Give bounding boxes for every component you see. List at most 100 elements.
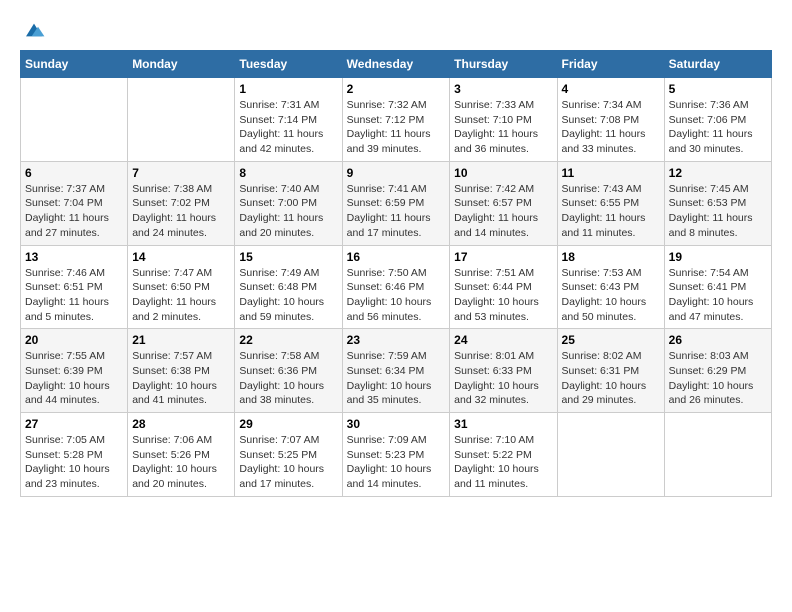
header-tuesday: Tuesday: [235, 51, 342, 78]
day-number: 4: [562, 82, 660, 96]
week-row-3: 13 Sunrise: 7:46 AMSunset: 6:51 PMDayligh…: [21, 245, 772, 329]
day-info: Sunrise: 7:47 AMSunset: 6:50 PMDaylight:…: [132, 266, 230, 325]
day-info: Sunrise: 7:53 AMSunset: 6:43 PMDaylight:…: [562, 266, 660, 325]
day-number: 22: [239, 333, 337, 347]
day-number: 20: [25, 333, 123, 347]
day-info: Sunrise: 7:10 AMSunset: 5:22 PMDaylight:…: [454, 433, 552, 492]
day-number: 28: [132, 417, 230, 431]
calendar-table: SundayMondayTuesdayWednesdayThursdayFrid…: [20, 50, 772, 497]
day-info: Sunrise: 7:45 AMSunset: 6:53 PMDaylight:…: [669, 182, 767, 241]
week-row-4: 20 Sunrise: 7:55 AMSunset: 6:39 PMDayligh…: [21, 329, 772, 413]
week-row-5: 27 Sunrise: 7:05 AMSunset: 5:28 PMDayligh…: [21, 413, 772, 497]
day-cell: 10Sunrise: 7:42 AMSunset: 6:57 PMDayligh…: [450, 161, 557, 245]
day-info: Sunrise: 7:33 AMSunset: 7:10 PMDaylight:…: [454, 98, 552, 157]
day-info: Sunrise: 7:09 AMSunset: 5:23 PMDaylight:…: [347, 433, 446, 492]
day-info: Sunrise: 7:59 AMSunset: 6:34 PMDaylight:…: [347, 349, 446, 408]
day-cell: [128, 78, 235, 162]
day-number: 15: [239, 250, 337, 264]
day-info: Sunrise: 7:58 AMSunset: 6:36 PMDaylight:…: [239, 349, 337, 408]
day-cell: 7Sunrise: 7:38 AMSunset: 7:02 PMDaylight…: [128, 161, 235, 245]
day-cell: 5 Sunrise: 7:36 AMSunset: 7:06 PMDaylight…: [664, 78, 771, 162]
day-cell: [557, 413, 664, 497]
logo-icon: [22, 20, 46, 40]
header-monday: Monday: [128, 51, 235, 78]
day-info: Sunrise: 8:03 AMSunset: 6:29 PMDaylight:…: [669, 349, 767, 408]
day-info: Sunrise: 7:05 AMSunset: 5:28 PMDaylight:…: [25, 433, 123, 492]
header-wednesday: Wednesday: [342, 51, 450, 78]
day-number: 18: [562, 250, 660, 264]
day-cell: 8 Sunrise: 7:40 AMSunset: 7:00 PMDaylight…: [235, 161, 342, 245]
day-cell: 24Sunrise: 8:01 AMSunset: 6:33 PMDayligh…: [450, 329, 557, 413]
day-number: 3: [454, 82, 552, 96]
day-cell: 15 Sunrise: 7:49 AMSunset: 6:48 PMDayligh…: [235, 245, 342, 329]
day-number: 26: [669, 333, 767, 347]
day-info: Sunrise: 7:57 AMSunset: 6:38 PMDaylight:…: [132, 349, 230, 408]
day-number: 11: [562, 166, 660, 180]
day-cell: 29 Sunrise: 7:07 AMSunset: 5:25 PMDayligh…: [235, 413, 342, 497]
day-number: 25: [562, 333, 660, 347]
day-cell: 11 Sunrise: 7:43 AMSunset: 6:55 PMDayligh…: [557, 161, 664, 245]
day-info: Sunrise: 7:07 AMSunset: 5:25 PMDaylight:…: [239, 433, 337, 492]
day-info: Sunrise: 7:06 AMSunset: 5:26 PMDaylight:…: [132, 433, 230, 492]
day-cell: 16 Sunrise: 7:50 AMSunset: 6:46 PMDayligh…: [342, 245, 450, 329]
header-row: SundayMondayTuesdayWednesdayThursdayFrid…: [21, 51, 772, 78]
week-row-2: 6 Sunrise: 7:37 AMSunset: 7:04 PMDaylight…: [21, 161, 772, 245]
day-cell: 31Sunrise: 7:10 AMSunset: 5:22 PMDayligh…: [450, 413, 557, 497]
day-number: 5: [669, 82, 767, 96]
day-info: Sunrise: 7:49 AMSunset: 6:48 PMDaylight:…: [239, 266, 337, 325]
day-cell: [21, 78, 128, 162]
day-cell: 21 Sunrise: 7:57 AMSunset: 6:38 PMDayligh…: [128, 329, 235, 413]
day-info: Sunrise: 7:32 AMSunset: 7:12 PMDaylight:…: [347, 98, 446, 157]
day-info: Sunrise: 7:55 AMSunset: 6:39 PMDaylight:…: [25, 349, 123, 408]
day-cell: 4 Sunrise: 7:34 AMSunset: 7:08 PMDaylight…: [557, 78, 664, 162]
day-info: Sunrise: 7:51 AMSunset: 6:44 PMDaylight:…: [454, 266, 552, 325]
day-info: Sunrise: 7:40 AMSunset: 7:00 PMDaylight:…: [239, 182, 337, 241]
day-cell: 20 Sunrise: 7:55 AMSunset: 6:39 PMDayligh…: [21, 329, 128, 413]
day-number: 16: [347, 250, 446, 264]
day-cell: 19Sunrise: 7:54 AMSunset: 6:41 PMDayligh…: [664, 245, 771, 329]
day-cell: 14 Sunrise: 7:47 AMSunset: 6:50 PMDayligh…: [128, 245, 235, 329]
day-number: 13: [25, 250, 123, 264]
day-number: 6: [25, 166, 123, 180]
day-number: 2: [347, 82, 446, 96]
day-info: Sunrise: 7:34 AMSunset: 7:08 PMDaylight:…: [562, 98, 660, 157]
day-number: 21: [132, 333, 230, 347]
day-number: 29: [239, 417, 337, 431]
day-info: Sunrise: 7:41 AMSunset: 6:59 PMDaylight:…: [347, 182, 446, 241]
day-number: 19: [669, 250, 767, 264]
day-info: Sunrise: 7:43 AMSunset: 6:55 PMDaylight:…: [562, 182, 660, 241]
logo: [20, 20, 46, 40]
day-number: 14: [132, 250, 230, 264]
day-number: 1: [239, 82, 337, 96]
day-info: Sunrise: 7:36 AMSunset: 7:06 PMDaylight:…: [669, 98, 767, 157]
header-saturday: Saturday: [664, 51, 771, 78]
day-info: Sunrise: 7:31 AMSunset: 7:14 PMDaylight:…: [239, 98, 337, 157]
day-cell: 3 Sunrise: 7:33 AMSunset: 7:10 PMDaylight…: [450, 78, 557, 162]
day-number: 24: [454, 333, 552, 347]
day-cell: 1 Sunrise: 7:31 AMSunset: 7:14 PMDaylight…: [235, 78, 342, 162]
day-number: 27: [25, 417, 123, 431]
day-cell: 18 Sunrise: 7:53 AMSunset: 6:43 PMDayligh…: [557, 245, 664, 329]
day-cell: 26 Sunrise: 8:03 AMSunset: 6:29 PMDayligh…: [664, 329, 771, 413]
day-cell: 2 Sunrise: 7:32 AMSunset: 7:12 PMDaylight…: [342, 78, 450, 162]
day-cell: 30 Sunrise: 7:09 AMSunset: 5:23 PMDayligh…: [342, 413, 450, 497]
day-number: 30: [347, 417, 446, 431]
header-thursday: Thursday: [450, 51, 557, 78]
day-info: Sunrise: 7:42 AMSunset: 6:57 PMDaylight:…: [454, 182, 552, 241]
week-row-1: 1 Sunrise: 7:31 AMSunset: 7:14 PMDaylight…: [21, 78, 772, 162]
day-cell: 27 Sunrise: 7:05 AMSunset: 5:28 PMDayligh…: [21, 413, 128, 497]
day-info: Sunrise: 7:50 AMSunset: 6:46 PMDaylight:…: [347, 266, 446, 325]
day-info: Sunrise: 7:37 AMSunset: 7:04 PMDaylight:…: [25, 182, 123, 241]
header-sunday: Sunday: [21, 51, 128, 78]
day-cell: 22 Sunrise: 7:58 AMSunset: 6:36 PMDayligh…: [235, 329, 342, 413]
day-number: 7: [132, 166, 230, 180]
day-info: Sunrise: 7:46 AMSunset: 6:51 PMDaylight:…: [25, 266, 123, 325]
day-cell: 6 Sunrise: 7:37 AMSunset: 7:04 PMDaylight…: [21, 161, 128, 245]
day-number: 9: [347, 166, 446, 180]
day-number: 8: [239, 166, 337, 180]
day-cell: 9 Sunrise: 7:41 AMSunset: 6:59 PMDaylight…: [342, 161, 450, 245]
day-cell: 12Sunrise: 7:45 AMSunset: 6:53 PMDayligh…: [664, 161, 771, 245]
day-cell: 17Sunrise: 7:51 AMSunset: 6:44 PMDayligh…: [450, 245, 557, 329]
day-info: Sunrise: 8:02 AMSunset: 6:31 PMDaylight:…: [562, 349, 660, 408]
header-friday: Friday: [557, 51, 664, 78]
